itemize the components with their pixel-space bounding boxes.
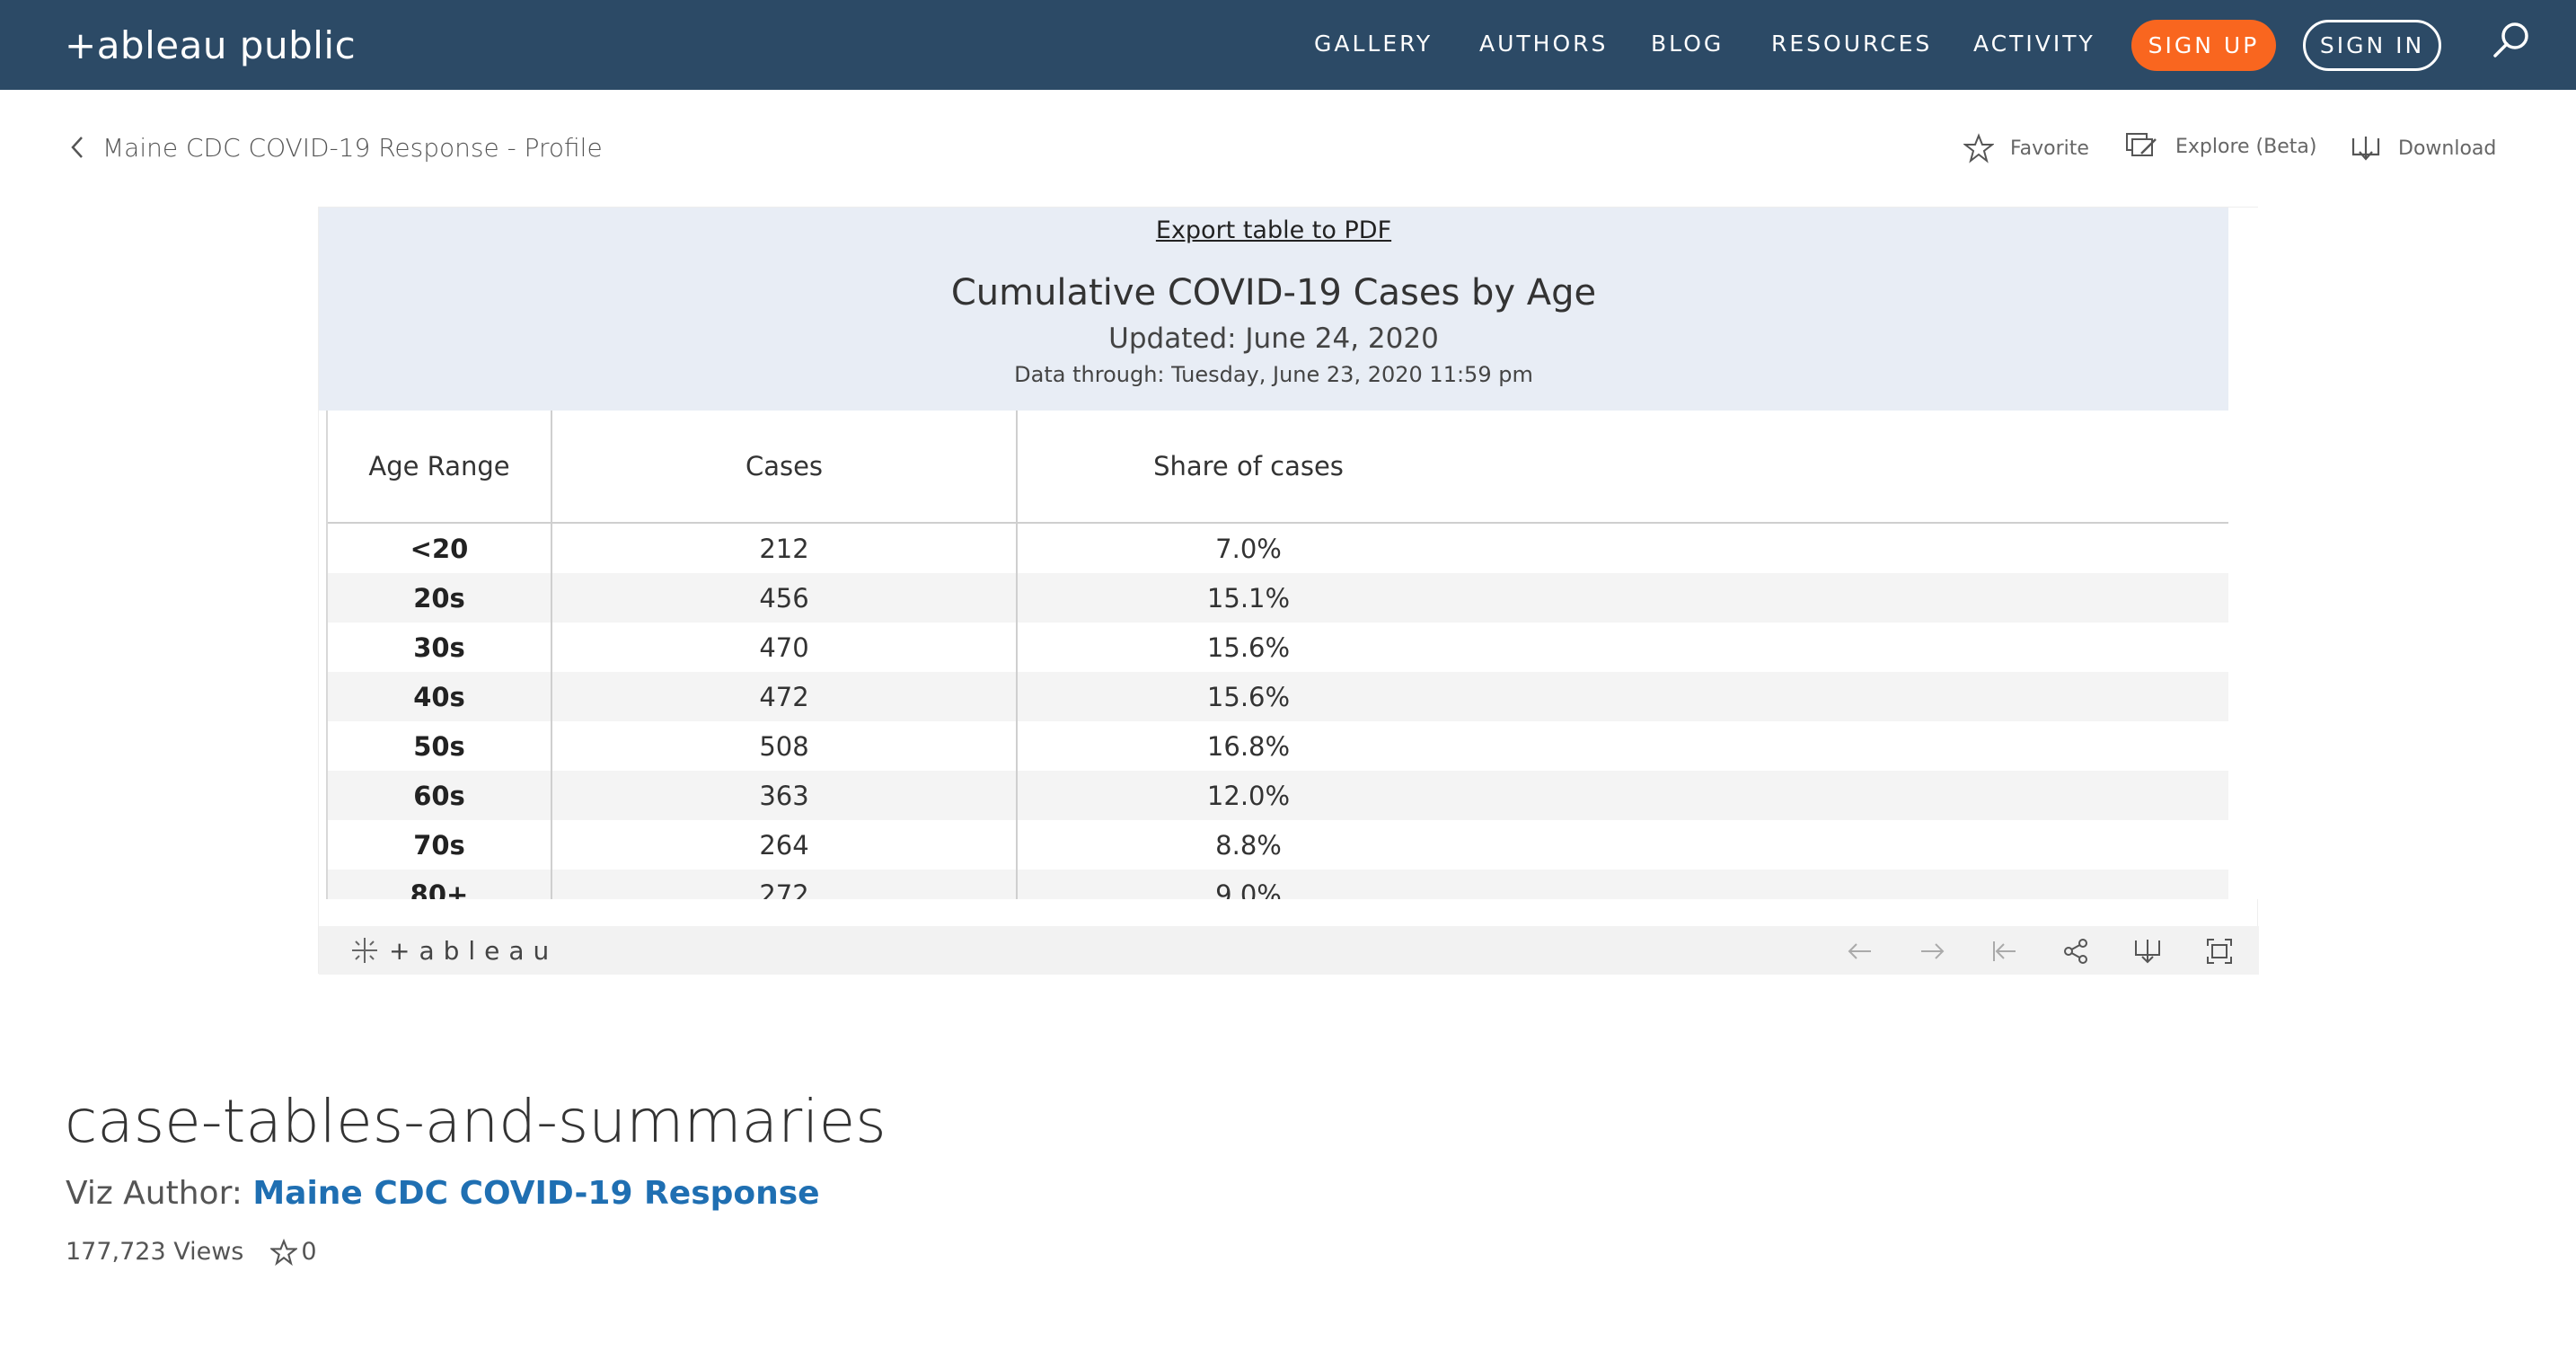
cases-cell: 264 (759, 829, 809, 861)
viz-toolbar: +ableau (319, 926, 2259, 975)
export-pdf-link[interactable]: Export table to PDF (319, 216, 2228, 244)
tableau-cross-icon (352, 938, 377, 963)
table-row: 30s 470 15.6% (328, 623, 2228, 672)
search-icon[interactable] (2488, 18, 2533, 63)
viz-title: Cumulative COVID-19 Cases by Age (950, 272, 1597, 313)
cases-cell: 470 (759, 631, 809, 663)
header-cases: Cases (745, 451, 824, 481)
age-cell: 20s (413, 582, 465, 614)
age-cell: <20 (410, 533, 469, 564)
viz-stats: 177,723 Views 0 (66, 1238, 317, 1266)
cases-cell: 472 (759, 681, 809, 712)
download-icon (2351, 137, 2380, 161)
download-button[interactable]: Download (2350, 131, 2496, 165)
chevron-left-icon (71, 137, 83, 158)
author-link[interactable]: Maine CDC COVID-19 Response (252, 1175, 819, 1212)
share-icon[interactable] (2061, 937, 2090, 966)
share-cell: 16.8% (1206, 730, 1291, 762)
download-label: Download (2398, 137, 2497, 160)
cases-cell: 272 (759, 879, 809, 900)
tableau-public-logo[interactable]: +ableau public (65, 20, 356, 70)
viz-header: Export table to PDF Cumulative COVID-19 … (319, 208, 2228, 411)
author-prefix: Viz Author: (66, 1175, 243, 1212)
table-row: 20s 456 15.1% (328, 573, 2228, 623)
header-share: Share of cases (1153, 451, 1344, 481)
viz-embed: Export table to PDF Cumulative COVID-19 … (318, 207, 2259, 975)
age-cell: 60s (413, 780, 465, 811)
star-icon (1963, 133, 1994, 163)
views-count: 177,723 Views (66, 1238, 244, 1266)
age-cell: 80+ (410, 879, 469, 900)
sign-up-button[interactable]: SIGN UP (2131, 20, 2276, 71)
back-label: Maine CDC COVID-19 Response - Profile (102, 132, 603, 163)
favorite-label: Favorite (2010, 137, 2089, 160)
viz-scrollbar[interactable] (2228, 208, 2259, 899)
share-cell: 9.0% (1215, 879, 1282, 900)
cases-cell: 363 (759, 780, 809, 811)
nav-activity[interactable]: ACTIVITY (1973, 31, 2095, 57)
share-cell: 15.6% (1206, 681, 1291, 712)
table-row: 70s 264 8.8% (328, 820, 2228, 870)
back-to-profile-link[interactable]: Maine CDC COVID-19 Response - Profile (68, 131, 603, 163)
table-row: <20 212 7.0% (328, 524, 2228, 573)
favorite-button[interactable]: Favorite (1963, 131, 2089, 165)
share-cell: 7.0% (1215, 533, 1282, 564)
explore-button[interactable]: Explore (Beta) (2125, 129, 2316, 163)
undo-icon[interactable] (1846, 937, 1875, 966)
age-cell: 30s (413, 631, 465, 663)
cases-cell: 508 (759, 730, 809, 762)
share-cell: 15.1% (1206, 582, 1291, 614)
sign-in-button[interactable]: SIGN IN (2303, 20, 2441, 71)
logo-text: +ableau public (65, 22, 357, 67)
download-icon[interactable] (2133, 937, 2162, 966)
explore-edit-icon (2126, 133, 2157, 156)
nav-authors[interactable]: AUTHORS (1479, 31, 1608, 57)
nav-blog[interactable]: BLOG (1651, 31, 1724, 57)
nav-resources[interactable]: RESOURCES (1771, 31, 1932, 57)
favorites-count-button[interactable]: 0 (270, 1238, 317, 1266)
table-row: 60s 363 12.0% (328, 771, 2228, 820)
age-cell: 40s (413, 681, 465, 712)
header-divider (328, 522, 2228, 524)
cases-cell: 212 (759, 533, 809, 564)
table-row: 80+ 272 9.0% (328, 870, 2228, 899)
nav-gallery[interactable]: GALLERY (1314, 31, 1433, 57)
share-cell: 15.6% (1206, 631, 1291, 663)
age-cell: 50s (413, 730, 465, 762)
cases-cell: 456 (759, 582, 809, 614)
viz-author: Viz Author: Maine CDC COVID-19 Response (66, 1175, 820, 1212)
column-divider (551, 411, 552, 899)
viz-data-through: Data through: Tuesday, June 23, 2020 11:… (1014, 362, 1533, 387)
table-row: 50s 508 16.8% (328, 721, 2228, 771)
revert-icon[interactable] (1989, 937, 2018, 966)
viz-updated: Updated: June 24, 2020 (1108, 322, 1439, 355)
favorites-count: 0 (301, 1238, 317, 1266)
star-icon (270, 1238, 298, 1266)
column-divider (1016, 411, 1018, 899)
viz-page-title: case-tables-and-summaries (65, 1087, 887, 1156)
table-row: 40s 472 15.6% (328, 672, 2228, 721)
tableau-footer-logo[interactable]: +ableau (349, 935, 558, 966)
age-cell: 70s (413, 829, 465, 861)
tableau-footer-text: +ableau (389, 935, 559, 966)
fullscreen-icon[interactable] (2205, 937, 2234, 966)
redo-icon[interactable] (1918, 937, 1946, 966)
share-cell: 12.0% (1206, 780, 1291, 811)
header-age-range: Age Range (368, 451, 510, 481)
share-cell: 8.8% (1215, 829, 1282, 861)
cases-by-age-table[interactable]: Age Range Cases Share of cases <20 212 7… (326, 411, 2228, 899)
top-nav-bar: +ableau public GALLERY AUTHORS BLOG RESO… (0, 0, 2576, 90)
explore-label: Explore (Beta) (2175, 135, 2317, 158)
